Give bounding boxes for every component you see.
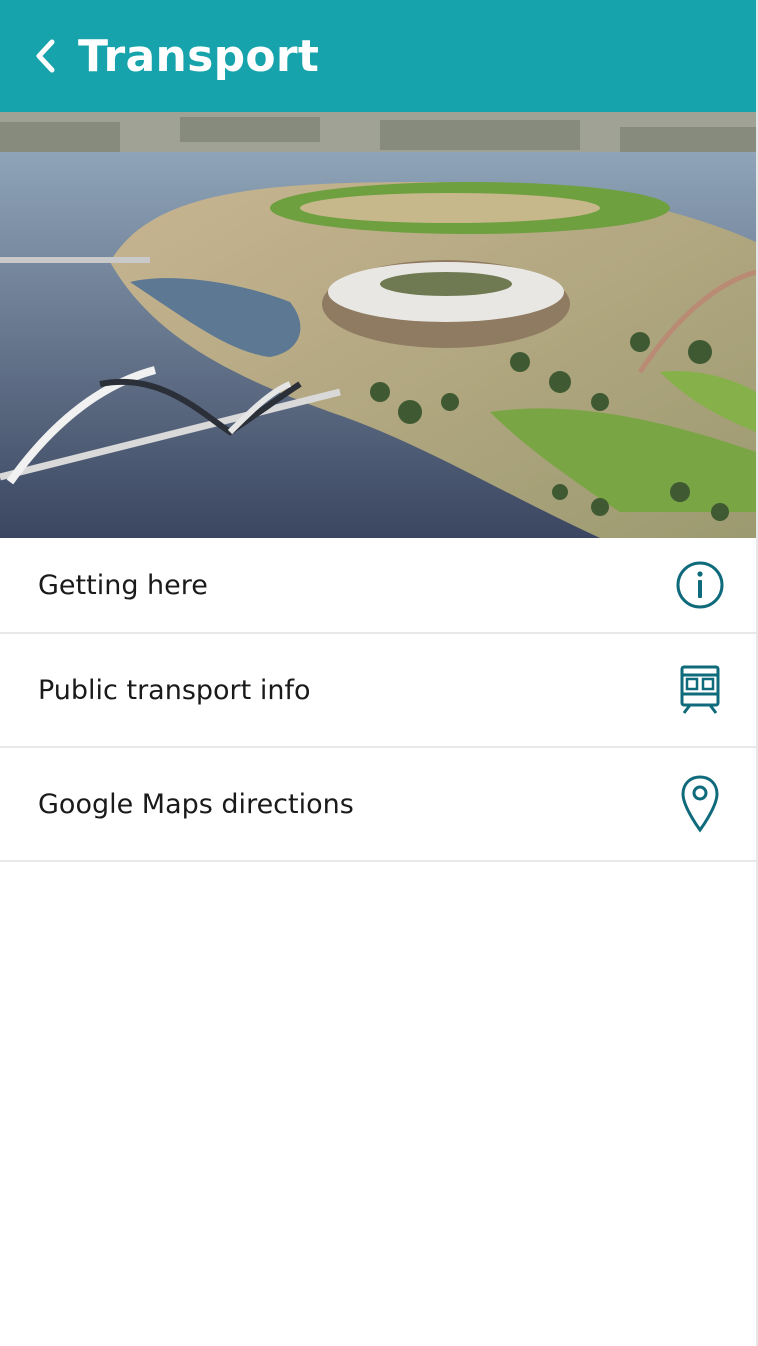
- menu-item-label: Public transport info: [38, 674, 311, 706]
- menu-item-label: Google Maps directions: [38, 788, 354, 820]
- menu-item-public-transport[interactable]: Public transport info: [0, 634, 756, 748]
- chevron-left-icon: [36, 39, 55, 73]
- menu-item-getting-here[interactable]: Getting here: [0, 538, 756, 634]
- transport-menu: Getting here Public transport info Googl…: [0, 538, 756, 862]
- page-title: Transport: [78, 30, 320, 82]
- hero-image: [0, 112, 756, 538]
- app-screen: Transport Getting here Public transport …: [0, 0, 758, 1346]
- menu-item-label: Getting here: [38, 569, 208, 601]
- info-icon: [674, 557, 726, 613]
- top-app-bar: Transport: [0, 0, 756, 112]
- map-pin-icon: [674, 775, 726, 833]
- back-button[interactable]: [18, 21, 74, 91]
- menu-item-google-maps[interactable]: Google Maps directions: [0, 748, 756, 862]
- train-icon: [674, 662, 726, 718]
- aerial-stadium-photo: [0, 112, 756, 538]
